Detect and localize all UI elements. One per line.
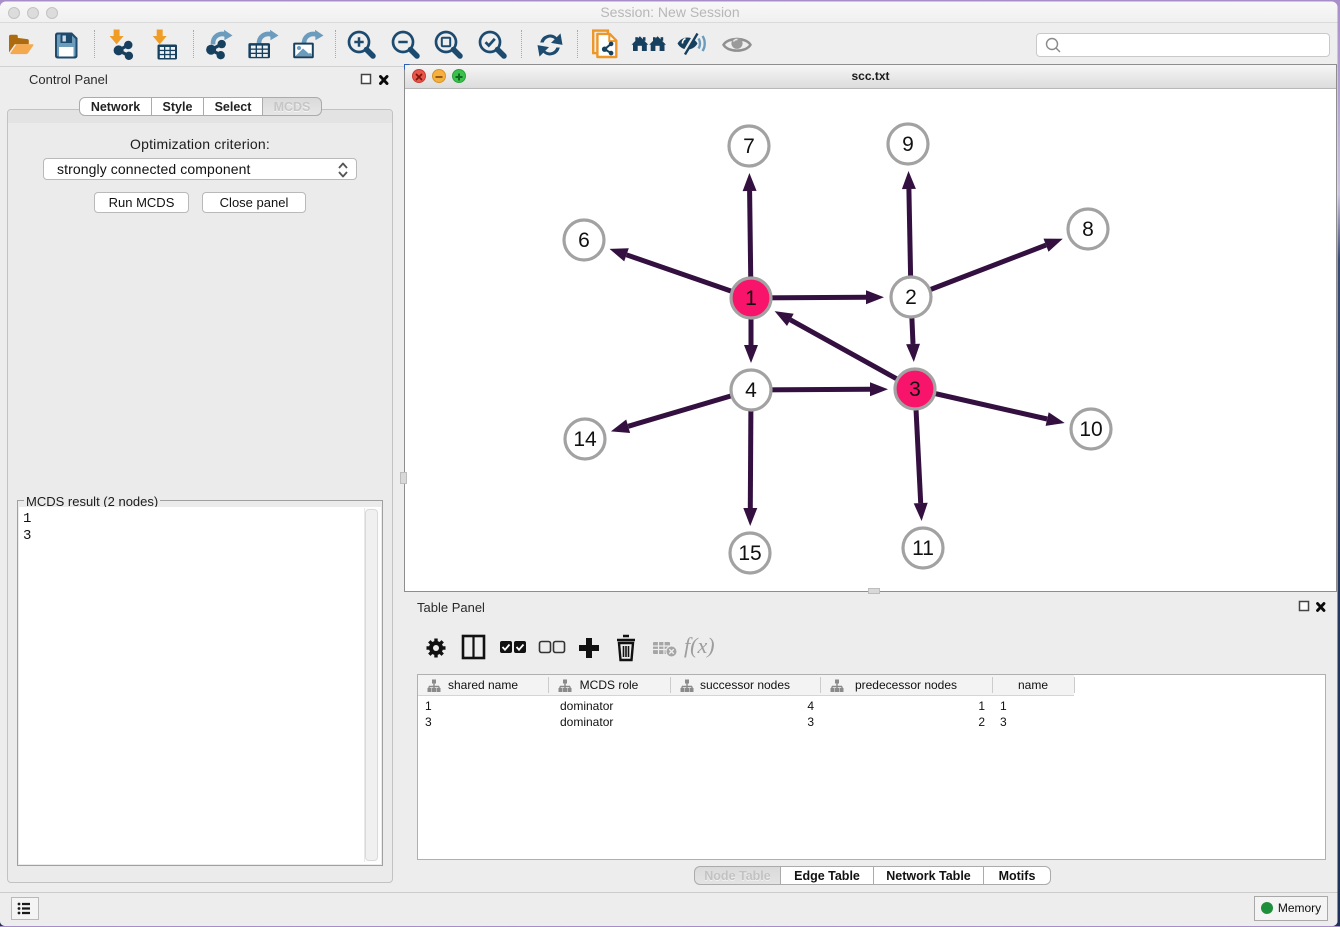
- svg-text:2: 2: [905, 286, 917, 309]
- svg-text:1: 1: [745, 287, 757, 310]
- svg-text:11: 11: [912, 537, 934, 560]
- svg-text:10: 10: [1079, 418, 1102, 441]
- svg-text:4: 4: [745, 379, 757, 402]
- svg-text:3: 3: [909, 378, 921, 401]
- svg-text:8: 8: [1082, 218, 1094, 241]
- svg-text:7: 7: [743, 135, 755, 158]
- svg-text:9: 9: [902, 133, 914, 156]
- svg-text:6: 6: [578, 229, 590, 252]
- svg-text:14: 14: [573, 428, 597, 451]
- svg-text:15: 15: [738, 542, 761, 565]
